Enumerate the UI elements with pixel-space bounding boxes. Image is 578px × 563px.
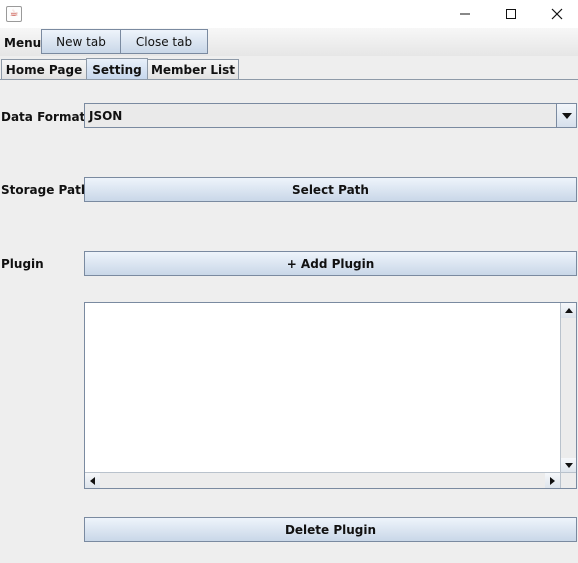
tab-setting[interactable]: Setting bbox=[86, 58, 148, 80]
select-path-button[interactable]: Select Path bbox=[84, 177, 577, 202]
vertical-scrollbar[interactable] bbox=[560, 303, 576, 473]
java-cup-icon: ☕ bbox=[6, 6, 22, 22]
delete-plugin-button[interactable]: Delete Plugin bbox=[84, 517, 577, 542]
minimize-button[interactable] bbox=[442, 0, 488, 28]
data-format-value: JSON bbox=[89, 109, 123, 123]
arrow-up-icon bbox=[564, 308, 573, 313]
close-icon bbox=[551, 8, 563, 20]
storage-path-label: Storage Path bbox=[1, 183, 90, 197]
window-titlebar: ☕ bbox=[0, 0, 578, 28]
close-tab-button[interactable]: Close tab bbox=[120, 29, 208, 54]
minimize-icon bbox=[460, 13, 470, 15]
scroll-right-button[interactable] bbox=[545, 473, 560, 488]
horizontal-scrollbar[interactable] bbox=[85, 472, 560, 488]
scroll-up-button[interactable] bbox=[561, 303, 576, 318]
data-format-select[interactable]: JSON bbox=[84, 103, 577, 128]
arrow-left-icon bbox=[90, 476, 95, 485]
chevron-down-icon bbox=[561, 112, 572, 119]
tab-divider bbox=[0, 79, 578, 80]
arrow-right-icon bbox=[550, 476, 555, 485]
scrollbar-corner bbox=[560, 472, 576, 488]
menu-label[interactable]: Menu bbox=[4, 36, 41, 50]
dropdown-button[interactable] bbox=[556, 104, 576, 127]
data-format-label: Data Format bbox=[1, 110, 86, 124]
scroll-down-button[interactable] bbox=[561, 458, 576, 473]
close-window-button[interactable] bbox=[534, 0, 578, 28]
tab-home-page[interactable]: Home Page bbox=[1, 59, 87, 79]
new-tab-button[interactable]: New tab bbox=[41, 29, 121, 54]
maximize-icon bbox=[506, 9, 516, 19]
scroll-left-button[interactable] bbox=[85, 473, 100, 488]
maximize-button[interactable] bbox=[488, 0, 534, 28]
tab-strip: Home Page Setting Member List bbox=[0, 58, 578, 80]
plugin-label: Plugin bbox=[1, 257, 44, 271]
menu-bar: Menu New tab Close tab bbox=[0, 28, 578, 56]
arrow-down-icon bbox=[564, 463, 573, 468]
tab-member-list[interactable]: Member List bbox=[147, 59, 239, 79]
plugin-list[interactable] bbox=[84, 302, 577, 489]
add-plugin-button[interactable]: + Add Plugin bbox=[84, 251, 577, 276]
